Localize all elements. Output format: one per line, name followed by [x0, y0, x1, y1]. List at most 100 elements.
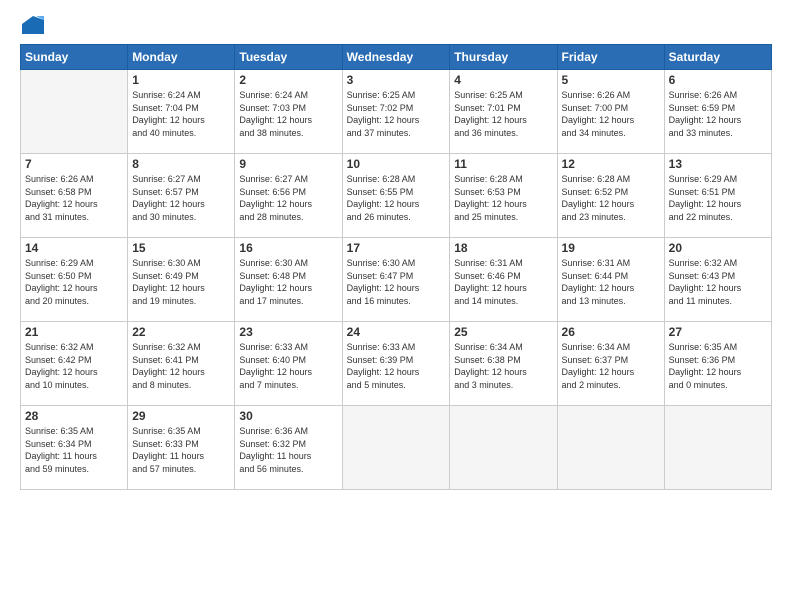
week-row-5: 28 Sunrise: 6:35 AM Sunset: 6:34 PM Dayli…: [21, 406, 772, 490]
calendar-cell: 14 Sunrise: 6:29 AM Sunset: 6:50 PM Dayli…: [21, 238, 128, 322]
calendar-header-friday: Friday: [557, 45, 664, 70]
calendar-header-saturday: Saturday: [664, 45, 771, 70]
day-number: 2: [239, 73, 337, 87]
day-number: 12: [562, 157, 660, 171]
calendar-cell: 4 Sunrise: 6:25 AM Sunset: 7:01 PM Daylig…: [450, 70, 557, 154]
calendar-cell: 28 Sunrise: 6:35 AM Sunset: 6:34 PM Dayli…: [21, 406, 128, 490]
calendar-cell: 24 Sunrise: 6:33 AM Sunset: 6:39 PM Dayli…: [342, 322, 450, 406]
day-number: 22: [132, 325, 230, 339]
day-info: Sunrise: 6:27 AM Sunset: 6:56 PM Dayligh…: [239, 173, 337, 223]
day-number: 6: [669, 73, 767, 87]
calendar-cell: [342, 406, 450, 490]
day-info: Sunrise: 6:26 AM Sunset: 6:59 PM Dayligh…: [669, 89, 767, 139]
day-info: Sunrise: 6:35 AM Sunset: 6:34 PM Dayligh…: [25, 425, 123, 475]
calendar-cell: 18 Sunrise: 6:31 AM Sunset: 6:46 PM Dayli…: [450, 238, 557, 322]
calendar-header-monday: Monday: [128, 45, 235, 70]
calendar-cell: 13 Sunrise: 6:29 AM Sunset: 6:51 PM Dayli…: [664, 154, 771, 238]
day-number: 24: [347, 325, 446, 339]
day-number: 5: [562, 73, 660, 87]
day-info: Sunrise: 6:24 AM Sunset: 7:04 PM Dayligh…: [132, 89, 230, 139]
day-info: Sunrise: 6:27 AM Sunset: 6:57 PM Dayligh…: [132, 173, 230, 223]
day-number: 14: [25, 241, 123, 255]
week-row-4: 21Sunrise: 6:32 AM Sunset: 6:42 PM Dayli…: [21, 322, 772, 406]
calendar-cell: [21, 70, 128, 154]
calendar-cell: 15 Sunrise: 6:30 AM Sunset: 6:49 PM Dayli…: [128, 238, 235, 322]
calendar-cell: 3Sunrise: 6:25 AM Sunset: 7:02 PM Daylig…: [342, 70, 450, 154]
day-info: Sunrise: 6:32 AM Sunset: 6:41 PM Dayligh…: [132, 341, 230, 391]
logo-icon: [22, 16, 44, 34]
day-number: 16: [239, 241, 337, 255]
day-info: Sunrise: 6:28 AM Sunset: 6:53 PM Dayligh…: [454, 173, 552, 223]
calendar-header-sunday: Sunday: [21, 45, 128, 70]
day-info: Sunrise: 6:24 AM Sunset: 7:03 PM Dayligh…: [239, 89, 337, 139]
calendar-cell: 1 Sunrise: 6:24 AM Sunset: 7:04 PM Daylig…: [128, 70, 235, 154]
calendar-cell: 2 Sunrise: 6:24 AM Sunset: 7:03 PM Daylig…: [235, 70, 342, 154]
calendar-cell: 27 Sunrise: 6:35 AM Sunset: 6:36 PM Dayli…: [664, 322, 771, 406]
day-number: 29: [132, 409, 230, 423]
week-row-2: 7Sunrise: 6:26 AM Sunset: 6:58 PM Daylig…: [21, 154, 772, 238]
day-info: Sunrise: 6:34 AM Sunset: 6:38 PM Dayligh…: [454, 341, 552, 391]
calendar-cell: 22 Sunrise: 6:32 AM Sunset: 6:41 PM Dayli…: [128, 322, 235, 406]
calendar-cell: 30 Sunrise: 6:36 AM Sunset: 6:32 PM Dayli…: [235, 406, 342, 490]
calendar-cell: 6 Sunrise: 6:26 AM Sunset: 6:59 PM Daylig…: [664, 70, 771, 154]
calendar-page: SundayMondayTuesdayWednesdayThursdayFrid…: [0, 0, 792, 612]
calendar-header-row: SundayMondayTuesdayWednesdayThursdayFrid…: [21, 45, 772, 70]
day-number: 25: [454, 325, 552, 339]
day-number: 18: [454, 241, 552, 255]
calendar-cell: 25 Sunrise: 6:34 AM Sunset: 6:38 PM Dayli…: [450, 322, 557, 406]
day-info: Sunrise: 6:30 AM Sunset: 6:49 PM Dayligh…: [132, 257, 230, 307]
day-info: Sunrise: 6:29 AM Sunset: 6:50 PM Dayligh…: [25, 257, 123, 307]
calendar-table: SundayMondayTuesdayWednesdayThursdayFrid…: [20, 44, 772, 490]
day-info: Sunrise: 6:29 AM Sunset: 6:51 PM Dayligh…: [669, 173, 767, 223]
day-number: 10: [347, 157, 446, 171]
calendar-cell: 5 Sunrise: 6:26 AM Sunset: 7:00 PM Daylig…: [557, 70, 664, 154]
calendar-header-wednesday: Wednesday: [342, 45, 450, 70]
day-number: 1: [132, 73, 230, 87]
day-info: Sunrise: 6:25 AM Sunset: 7:01 PM Dayligh…: [454, 89, 552, 139]
day-info: Sunrise: 6:31 AM Sunset: 6:46 PM Dayligh…: [454, 257, 552, 307]
day-number: 9: [239, 157, 337, 171]
calendar-cell: 20Sunrise: 6:32 AM Sunset: 6:43 PM Dayli…: [664, 238, 771, 322]
calendar-cell: 12 Sunrise: 6:28 AM Sunset: 6:52 PM Dayli…: [557, 154, 664, 238]
day-info: Sunrise: 6:32 AM Sunset: 6:42 PM Dayligh…: [25, 341, 123, 391]
day-number: 3: [347, 73, 446, 87]
calendar-header-thursday: Thursday: [450, 45, 557, 70]
day-number: 27: [669, 325, 767, 339]
day-number: 4: [454, 73, 552, 87]
calendar-cell: [664, 406, 771, 490]
calendar-cell: 7Sunrise: 6:26 AM Sunset: 6:58 PM Daylig…: [21, 154, 128, 238]
day-number: 13: [669, 157, 767, 171]
day-info: Sunrise: 6:28 AM Sunset: 6:55 PM Dayligh…: [347, 173, 446, 223]
day-info: Sunrise: 6:33 AM Sunset: 6:39 PM Dayligh…: [347, 341, 446, 391]
day-number: 30: [239, 409, 337, 423]
day-info: Sunrise: 6:26 AM Sunset: 6:58 PM Dayligh…: [25, 173, 123, 223]
week-row-3: 14 Sunrise: 6:29 AM Sunset: 6:50 PM Dayli…: [21, 238, 772, 322]
calendar-cell: 10 Sunrise: 6:28 AM Sunset: 6:55 PM Dayli…: [342, 154, 450, 238]
day-info: Sunrise: 6:31 AM Sunset: 6:44 PM Dayligh…: [562, 257, 660, 307]
calendar-cell: 19Sunrise: 6:31 AM Sunset: 6:44 PM Dayli…: [557, 238, 664, 322]
calendar-cell: 26Sunrise: 6:34 AM Sunset: 6:37 PM Dayli…: [557, 322, 664, 406]
day-info: Sunrise: 6:36 AM Sunset: 6:32 PM Dayligh…: [239, 425, 337, 475]
day-info: Sunrise: 6:26 AM Sunset: 7:00 PM Dayligh…: [562, 89, 660, 139]
day-number: 28: [25, 409, 123, 423]
day-info: Sunrise: 6:32 AM Sunset: 6:43 PM Dayligh…: [669, 257, 767, 307]
day-info: Sunrise: 6:33 AM Sunset: 6:40 PM Dayligh…: [239, 341, 337, 391]
calendar-cell: 9 Sunrise: 6:27 AM Sunset: 6:56 PM Daylig…: [235, 154, 342, 238]
day-number: 23: [239, 325, 337, 339]
day-info: Sunrise: 6:34 AM Sunset: 6:37 PM Dayligh…: [562, 341, 660, 391]
day-info: Sunrise: 6:28 AM Sunset: 6:52 PM Dayligh…: [562, 173, 660, 223]
day-info: Sunrise: 6:35 AM Sunset: 6:33 PM Dayligh…: [132, 425, 230, 475]
calendar-cell: 21Sunrise: 6:32 AM Sunset: 6:42 PM Dayli…: [21, 322, 128, 406]
calendar-cell: 11 Sunrise: 6:28 AM Sunset: 6:53 PM Dayli…: [450, 154, 557, 238]
calendar-cell: 16Sunrise: 6:30 AM Sunset: 6:48 PM Dayli…: [235, 238, 342, 322]
calendar-cell: 23 Sunrise: 6:33 AM Sunset: 6:40 PM Dayli…: [235, 322, 342, 406]
week-row-1: 1 Sunrise: 6:24 AM Sunset: 7:04 PM Daylig…: [21, 70, 772, 154]
calendar-cell: [557, 406, 664, 490]
calendar-cell: 8Sunrise: 6:27 AM Sunset: 6:57 PM Daylig…: [128, 154, 235, 238]
day-info: Sunrise: 6:35 AM Sunset: 6:36 PM Dayligh…: [669, 341, 767, 391]
day-number: 11: [454, 157, 552, 171]
logo: [20, 18, 44, 36]
calendar-cell: 29 Sunrise: 6:35 AM Sunset: 6:33 PM Dayli…: [128, 406, 235, 490]
calendar-cell: 17Sunrise: 6:30 AM Sunset: 6:47 PM Dayli…: [342, 238, 450, 322]
day-number: 15: [132, 241, 230, 255]
